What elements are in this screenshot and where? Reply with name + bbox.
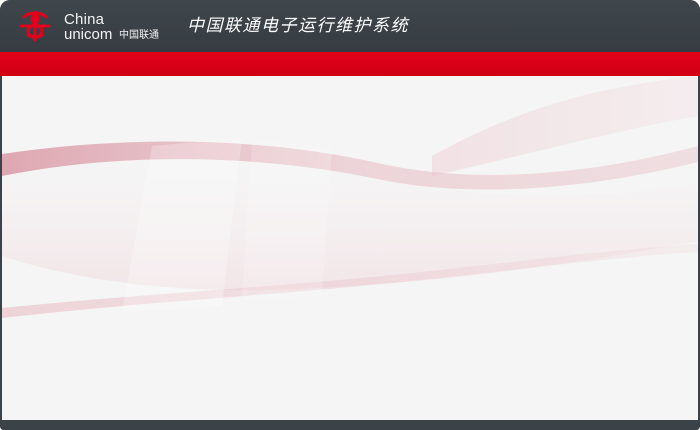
logo-text-unicom: unicom	[64, 26, 113, 43]
bottom-bar	[0, 420, 700, 430]
main-content-area	[2, 76, 698, 420]
app-title: 中国联通电子运行维护系统	[187, 16, 409, 36]
title-bar: China unicom 中国联通 中国联通电子运行维护系统	[0, 0, 700, 52]
china-unicom-logo: China unicom 中国联通	[16, 9, 176, 43]
background-wave-graphic	[2, 76, 698, 318]
china-unicom-logo-icon	[19, 10, 51, 42]
app-window: China unicom 中国联通 中国联通电子运行维护系统	[0, 0, 700, 430]
logo-text-chinese: 中国联通	[119, 30, 159, 41]
logo-text-china: China	[64, 11, 105, 28]
red-accent-bar	[0, 52, 700, 76]
